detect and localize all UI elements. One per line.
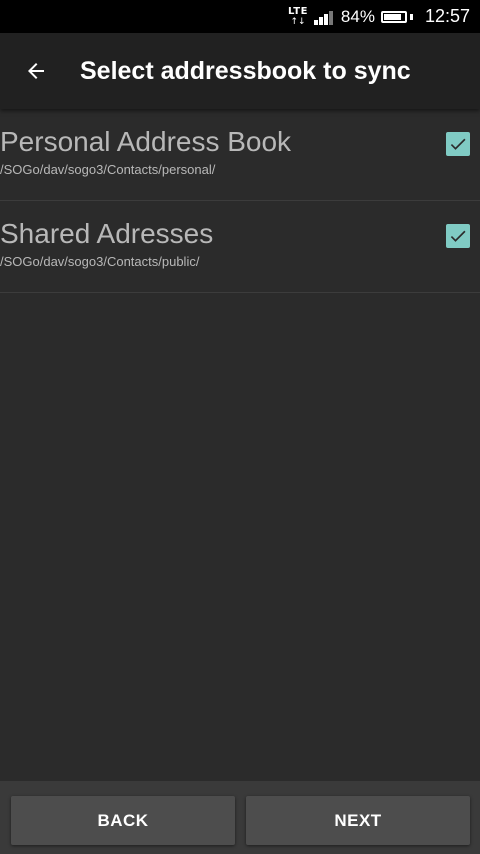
- app-bar: Select addressbook to sync: [0, 33, 480, 109]
- sync-checkbox[interactable]: [446, 224, 470, 248]
- network-type: LTE: [288, 5, 308, 17]
- addressbook-name: Personal Address Book: [0, 126, 292, 157]
- list-item-shared-adresses[interactable]: Shared Adresses /SOGo/dav/sogo3/Contacts…: [0, 201, 480, 293]
- addressbook-path: /SOGo/dav/sogo3/Contacts/personal/: [0, 162, 216, 177]
- checkmark-icon: [450, 138, 466, 150]
- status-bar: LTE ↑↓ 84% 12:57: [0, 0, 480, 33]
- data-arrows-icon: ↑↓: [290, 16, 306, 27]
- clock: 12:57: [424, 6, 470, 26]
- next-button[interactable]: NEXT: [246, 796, 470, 845]
- back-button[interactable]: BACK: [11, 796, 235, 845]
- status-icons: LTE ↑↓ 84% 12:57: [288, 0, 470, 33]
- lte-icon: LTE ↑↓: [288, 5, 308, 27]
- signal-icon: [313, 9, 334, 25]
- addressbook-list: Personal Address Book /SOGo/dav/sogo3/Co…: [0, 109, 480, 293]
- list-item-personal-address-book[interactable]: Personal Address Book /SOGo/dav/sogo3/Co…: [0, 109, 480, 201]
- battery-icon: [380, 10, 407, 23]
- arrow-back-icon[interactable]: [14, 49, 58, 93]
- page-title: Select addressbook to sync: [80, 57, 411, 85]
- addressbook-name: Shared Adresses: [0, 218, 214, 249]
- footer-bar: BACK NEXT: [0, 781, 480, 854]
- addressbook-path: /SOGo/dav/sogo3/Contacts/public/: [0, 254, 200, 269]
- battery-tip: [409, 13, 413, 20]
- battery-percent: 84%: [340, 6, 375, 26]
- sync-checkbox[interactable]: [446, 132, 470, 156]
- checkmark-icon: [450, 230, 466, 242]
